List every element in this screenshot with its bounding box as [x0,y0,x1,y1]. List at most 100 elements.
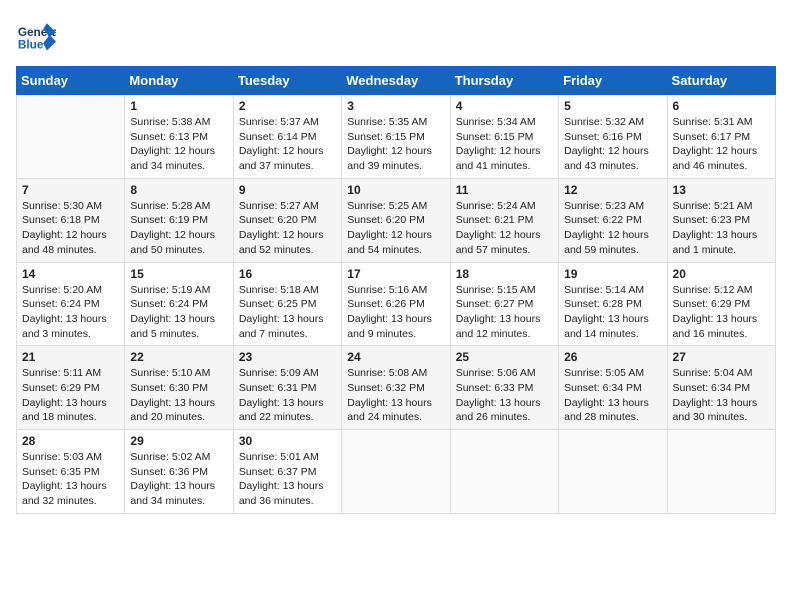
calendar-header-monday: Monday [125,67,233,95]
calendar-header-thursday: Thursday [450,67,558,95]
day-info: Sunrise: 5:05 AM Sunset: 6:34 PM Dayligh… [564,366,661,425]
logo: General Blue [16,16,60,56]
calendar-cell: 26 Sunrise: 5:05 AM Sunset: 6:34 PM Dayli… [559,346,667,430]
calendar-cell: 13 Sunrise: 5:21 AM Sunset: 6:23 PM Dayli… [667,178,775,262]
calendar-cell: 30Sunrise: 5:01 AM Sunset: 6:37 PM Dayli… [233,430,341,514]
day-number: 22 [130,350,227,364]
day-info: Sunrise: 5:12 AM Sunset: 6:29 PM Dayligh… [673,283,770,342]
calendar-cell: 1 Sunrise: 5:38 AM Sunset: 6:13 PM Daylig… [125,95,233,179]
calendar-cell: 22Sunrise: 5:10 AM Sunset: 6:30 PM Dayli… [125,346,233,430]
day-number: 15 [130,267,227,281]
day-number: 21 [22,350,119,364]
day-number: 13 [673,183,770,197]
day-number: 16 [239,267,336,281]
calendar-week-row: 21 Sunrise: 5:11 AM Sunset: 6:29 PM Dayli… [17,346,776,430]
calendar-cell: 6 Sunrise: 5:31 AM Sunset: 6:17 PM Daylig… [667,95,775,179]
calendar-cell: 14 Sunrise: 5:20 AM Sunset: 6:24 PM Dayli… [17,262,125,346]
calendar-header-tuesday: Tuesday [233,67,341,95]
calendar-header-row: SundayMondayTuesdayWednesdayThursdayFrid… [17,67,776,95]
calendar-cell: 7 Sunrise: 5:30 AM Sunset: 6:18 PM Daylig… [17,178,125,262]
calendar-cell: 25Sunrise: 5:06 AM Sunset: 6:33 PM Dayli… [450,346,558,430]
day-info: Sunrise: 5:28 AM Sunset: 6:19 PM Dayligh… [130,199,227,258]
day-info: Sunrise: 5:35 AM Sunset: 6:15 PM Dayligh… [347,115,444,174]
day-number: 26 [564,350,661,364]
calendar-cell: 21 Sunrise: 5:11 AM Sunset: 6:29 PM Dayli… [17,346,125,430]
day-number: 30 [239,434,336,448]
day-info: Sunrise: 5:37 AM Sunset: 6:14 PM Dayligh… [239,115,336,174]
calendar-cell: 5 Sunrise: 5:32 AM Sunset: 6:16 PM Daylig… [559,95,667,179]
calendar-cell [450,430,558,514]
day-info: Sunrise: 5:02 AM Sunset: 6:36 PM Dayligh… [130,450,227,509]
calendar-cell: 28Sunrise: 5:03 AM Sunset: 6:35 PM Dayli… [17,430,125,514]
day-info: Sunrise: 5:25 AM Sunset: 6:20 PM Dayligh… [347,199,444,258]
day-info: Sunrise: 5:32 AM Sunset: 6:16 PM Dayligh… [564,115,661,174]
day-number: 7 [22,183,119,197]
day-number: 2 [239,99,336,113]
day-info: Sunrise: 5:14 AM Sunset: 6:28 PM Dayligh… [564,283,661,342]
page-header: General Blue [16,16,776,56]
calendar-cell [667,430,775,514]
day-number: 17 [347,267,444,281]
calendar-cell: 18 Sunrise: 5:15 AM Sunset: 6:27 PM Dayli… [450,262,558,346]
calendar-cell: 20 Sunrise: 5:12 AM Sunset: 6:29 PM Dayli… [667,262,775,346]
day-info: Sunrise: 5:11 AM Sunset: 6:29 PM Dayligh… [22,366,119,425]
svg-text:Blue: Blue [18,38,44,52]
calendar-header-saturday: Saturday [667,67,775,95]
day-number: 6 [673,99,770,113]
calendar-cell: 27 Sunrise: 5:04 AM Sunset: 6:34 PM Dayli… [667,346,775,430]
day-number: 29 [130,434,227,448]
day-info: Sunrise: 5:34 AM Sunset: 6:15 PM Dayligh… [456,115,553,174]
day-info: Sunrise: 5:15 AM Sunset: 6:27 PM Dayligh… [456,283,553,342]
calendar-cell: 8 Sunrise: 5:28 AM Sunset: 6:19 PM Daylig… [125,178,233,262]
calendar-cell: 19 Sunrise: 5:14 AM Sunset: 6:28 PM Dayli… [559,262,667,346]
day-number: 19 [564,267,661,281]
day-number: 1 [130,99,227,113]
day-info: Sunrise: 5:09 AM Sunset: 6:31 PM Dayligh… [239,366,336,425]
day-number: 8 [130,183,227,197]
calendar-header-wednesday: Wednesday [342,67,450,95]
calendar-cell [559,430,667,514]
calendar-cell [342,430,450,514]
day-info: Sunrise: 5:23 AM Sunset: 6:22 PM Dayligh… [564,199,661,258]
day-number: 3 [347,99,444,113]
calendar-cell: 10 Sunrise: 5:25 AM Sunset: 6:20 PM Dayli… [342,178,450,262]
day-info: Sunrise: 5:08 AM Sunset: 6:32 PM Dayligh… [347,366,444,425]
calendar-cell: 16 Sunrise: 5:18 AM Sunset: 6:25 PM Dayli… [233,262,341,346]
calendar-week-row: 7 Sunrise: 5:30 AM Sunset: 6:18 PM Daylig… [17,178,776,262]
day-info: Sunrise: 5:16 AM Sunset: 6:26 PM Dayligh… [347,283,444,342]
calendar-cell: 24 Sunrise: 5:08 AM Sunset: 6:32 PM Dayli… [342,346,450,430]
day-number: 4 [456,99,553,113]
day-number: 18 [456,267,553,281]
day-info: Sunrise: 5:20 AM Sunset: 6:24 PM Dayligh… [22,283,119,342]
calendar-cell [17,95,125,179]
day-number: 24 [347,350,444,364]
day-number: 14 [22,267,119,281]
day-info: Sunrise: 5:06 AM Sunset: 6:33 PM Dayligh… [456,366,553,425]
day-info: Sunrise: 5:27 AM Sunset: 6:20 PM Dayligh… [239,199,336,258]
day-number: 10 [347,183,444,197]
calendar-cell: 3 Sunrise: 5:35 AM Sunset: 6:15 PM Daylig… [342,95,450,179]
day-info: Sunrise: 5:30 AM Sunset: 6:18 PM Dayligh… [22,199,119,258]
calendar-cell: 9Sunrise: 5:27 AM Sunset: 6:20 PM Daylig… [233,178,341,262]
day-number: 5 [564,99,661,113]
day-info: Sunrise: 5:38 AM Sunset: 6:13 PM Dayligh… [130,115,227,174]
calendar-cell: 2 Sunrise: 5:37 AM Sunset: 6:14 PM Daylig… [233,95,341,179]
day-info: Sunrise: 5:18 AM Sunset: 6:25 PM Dayligh… [239,283,336,342]
logo-icon: General Blue [16,16,56,56]
calendar-cell: 11Sunrise: 5:24 AM Sunset: 6:21 PM Dayli… [450,178,558,262]
day-number: 27 [673,350,770,364]
day-info: Sunrise: 5:21 AM Sunset: 6:23 PM Dayligh… [673,199,770,258]
calendar-table: SundayMondayTuesdayWednesdayThursdayFrid… [16,66,776,514]
calendar-week-row: 14 Sunrise: 5:20 AM Sunset: 6:24 PM Dayli… [17,262,776,346]
calendar-cell: 23Sunrise: 5:09 AM Sunset: 6:31 PM Dayli… [233,346,341,430]
day-info: Sunrise: 5:03 AM Sunset: 6:35 PM Dayligh… [22,450,119,509]
calendar-header-sunday: Sunday [17,67,125,95]
calendar-week-row: 28Sunrise: 5:03 AM Sunset: 6:35 PM Dayli… [17,430,776,514]
calendar-cell: 29 Sunrise: 5:02 AM Sunset: 6:36 PM Dayli… [125,430,233,514]
day-info: Sunrise: 5:04 AM Sunset: 6:34 PM Dayligh… [673,366,770,425]
day-info: Sunrise: 5:24 AM Sunset: 6:21 PM Dayligh… [456,199,553,258]
calendar-cell: 12Sunrise: 5:23 AM Sunset: 6:22 PM Dayli… [559,178,667,262]
day-info: Sunrise: 5:31 AM Sunset: 6:17 PM Dayligh… [673,115,770,174]
day-number: 20 [673,267,770,281]
calendar-header-friday: Friday [559,67,667,95]
